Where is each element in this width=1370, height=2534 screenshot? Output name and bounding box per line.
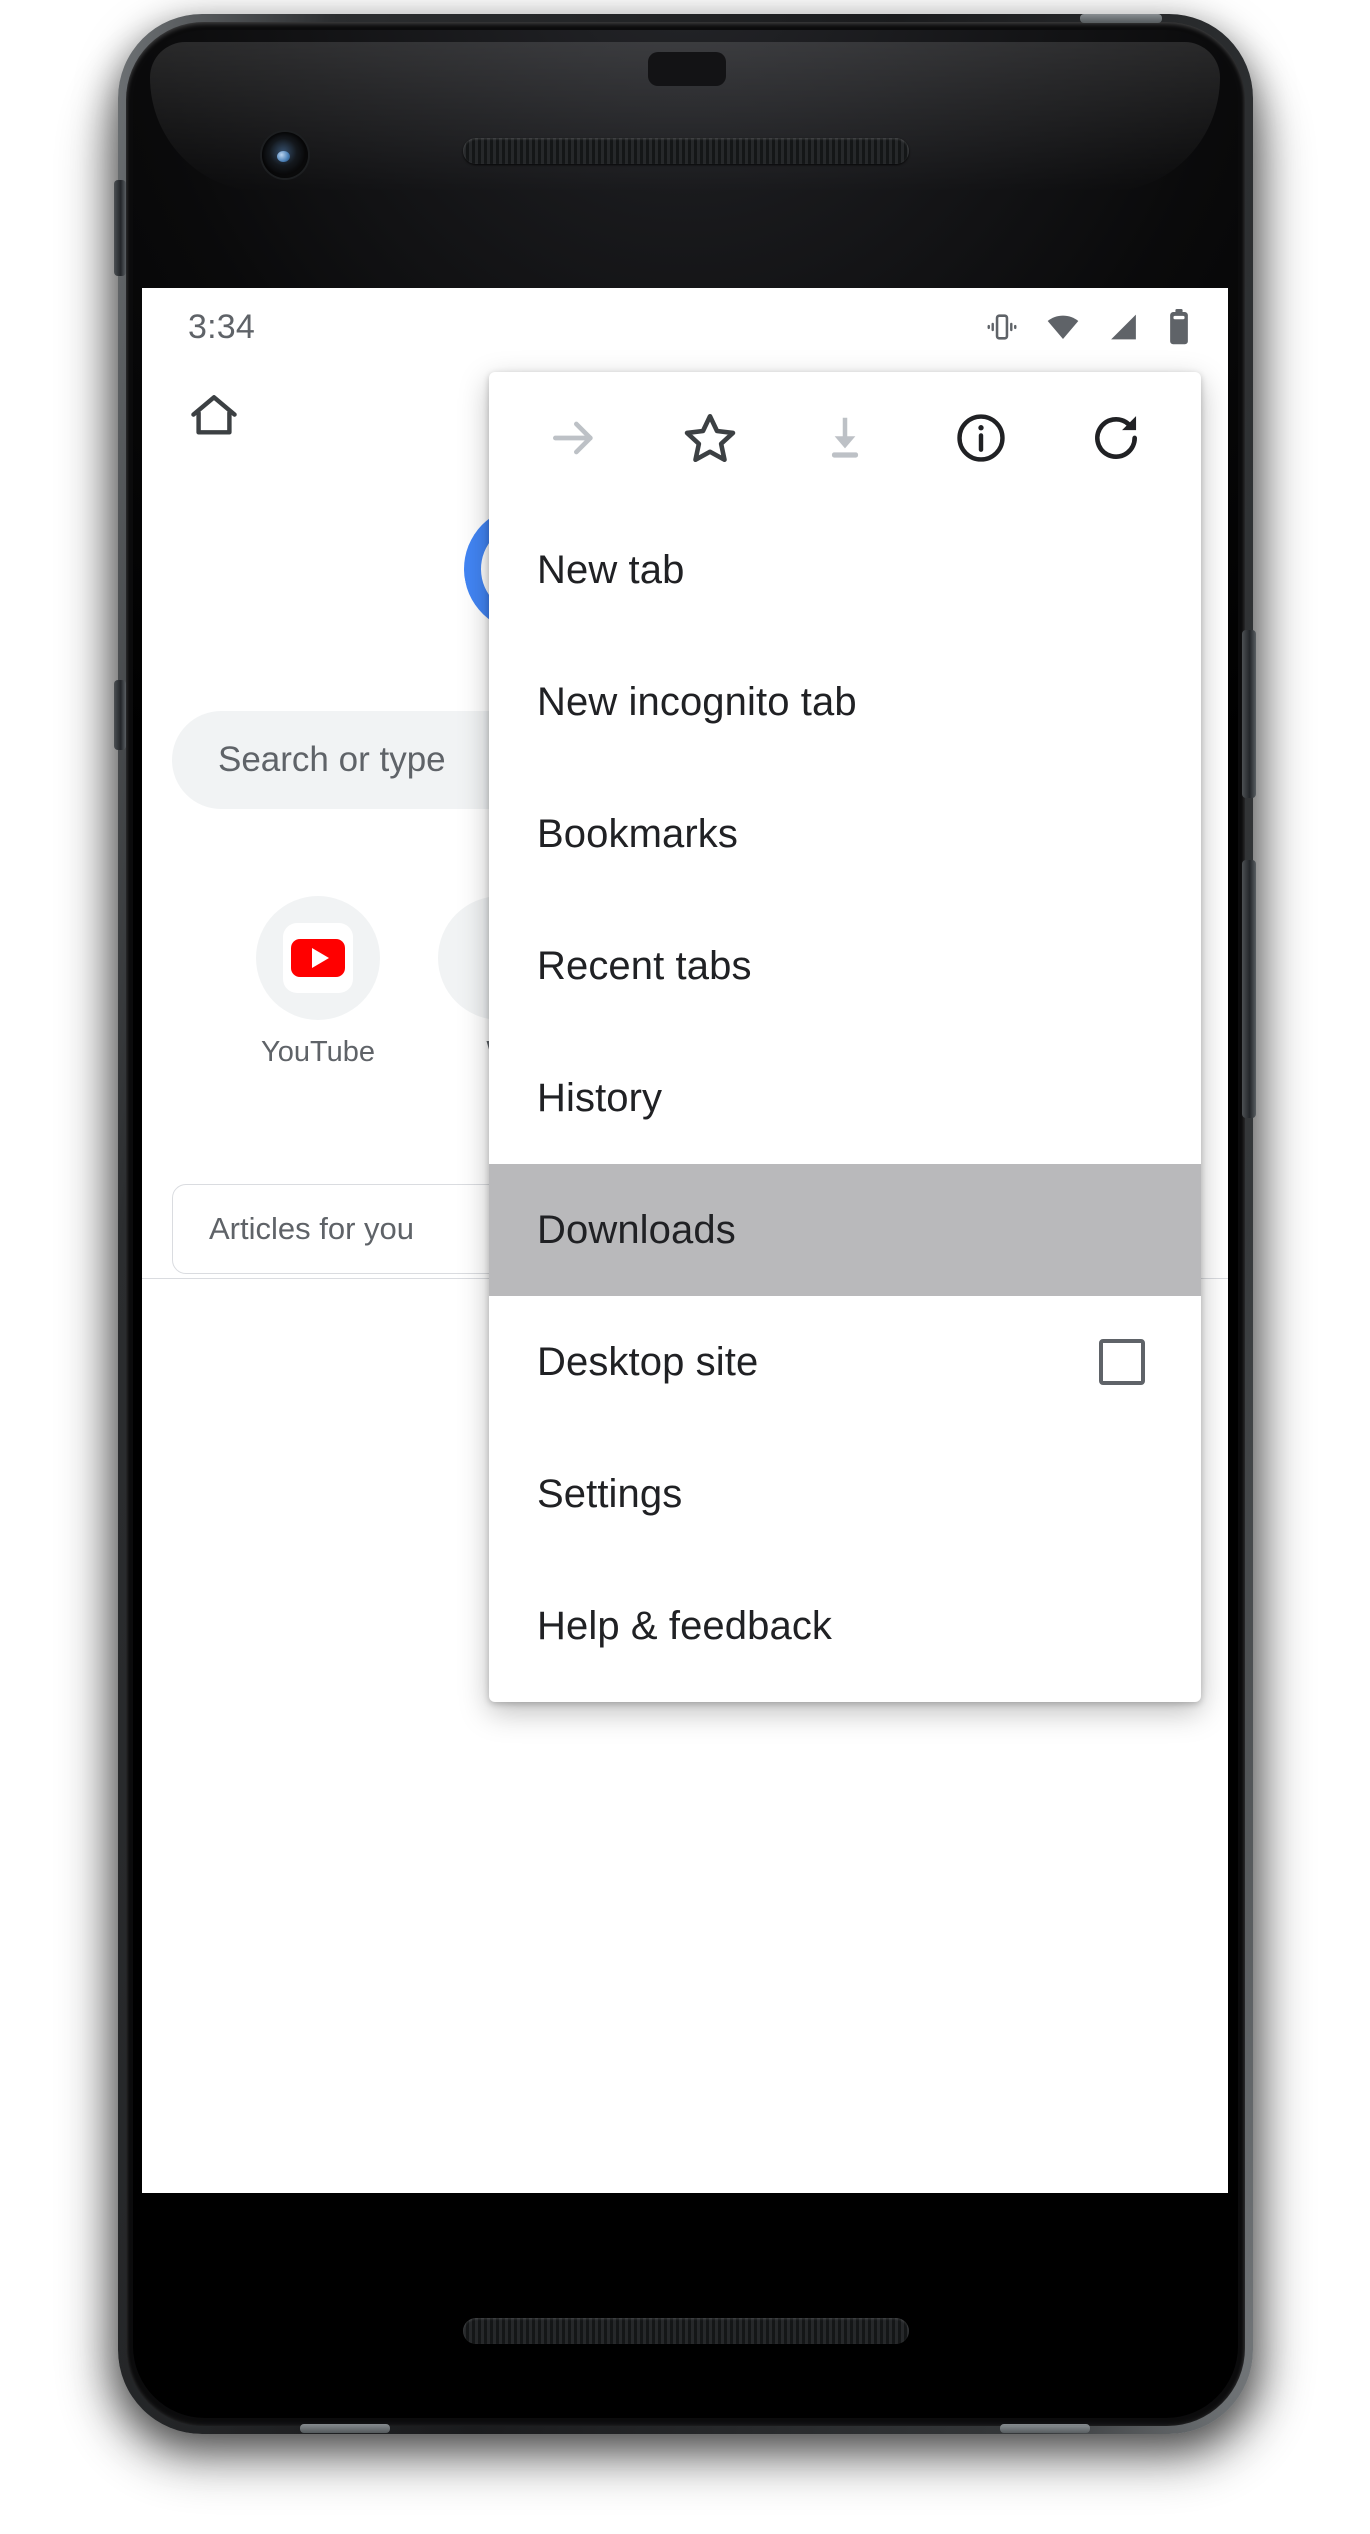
left-antenna-band-2: [114, 680, 126, 750]
menu-item-desktop-site[interactable]: Desktop site: [489, 1296, 1201, 1428]
reload-icon[interactable]: [1079, 401, 1153, 475]
menu-item-downloads[interactable]: Downloads: [489, 1164, 1201, 1296]
menu-item-new-incognito-tab[interactable]: New incognito tab: [489, 636, 1201, 768]
frame-seam-top: [1080, 14, 1162, 23]
status-bar-icons: [985, 309, 1192, 345]
home-icon[interactable]: [186, 388, 242, 444]
overflow-menu-list: New tab New incognito tab Bookmarks Rece…: [489, 504, 1201, 1702]
battery-icon: [1166, 309, 1192, 345]
screenshot-root: 3:34 Search or type YouTube Articles for…: [0, 0, 1370, 2534]
menu-item-help-feedback[interactable]: Help & feedback: [489, 1560, 1201, 1692]
bottom-speaker-icon: [463, 2318, 909, 2344]
menu-item-recent-tabs[interactable]: Recent tabs: [489, 900, 1201, 1032]
overflow-menu: New tab New incognito tab Bookmarks Rece…: [489, 372, 1201, 1702]
bookmark-star-icon[interactable]: [673, 401, 747, 475]
top-notch-tab: [648, 52, 726, 86]
menu-item-label: New incognito tab: [537, 679, 857, 724]
status-bar-clock: 3:34: [188, 307, 255, 346]
menu-item-label: New tab: [537, 547, 685, 592]
forward-icon[interactable]: [537, 401, 611, 475]
menu-item-label: Bookmarks: [537, 811, 738, 856]
desktop-site-checkbox[interactable]: [1099, 1339, 1145, 1385]
frame-seam-bottom-right: [1000, 2424, 1090, 2433]
phone-screen: 3:34 Search or type YouTube Articles for…: [142, 288, 1228, 2193]
menu-item-settings[interactable]: Settings: [489, 1428, 1201, 1560]
menu-item-label: Settings: [537, 1471, 683, 1516]
menu-item-history[interactable]: History: [489, 1032, 1201, 1164]
shortcut-tile-youtube[interactable]: YouTube: [256, 896, 380, 1069]
youtube-icon: [256, 896, 380, 1020]
front-camera-icon: [262, 132, 308, 178]
menu-item-label: Downloads: [537, 1207, 736, 1252]
status-bar: 3:34: [142, 288, 1228, 366]
menu-item-label: Help & feedback: [537, 1603, 833, 1648]
page-info-icon[interactable]: [944, 401, 1018, 475]
shortcut-label: YouTube: [261, 1036, 375, 1068]
wifi-icon: [1045, 310, 1081, 344]
earpiece-speaker-icon: [463, 138, 909, 164]
volume-button[interactable]: [1242, 860, 1256, 1118]
menu-item-label: Desktop site: [537, 1339, 759, 1384]
search-placeholder: Search or type: [218, 740, 446, 779]
download-icon[interactable]: [808, 401, 882, 475]
articles-card-title: Articles for you: [209, 1211, 415, 1246]
frame-seam-bottom-left: [300, 2424, 390, 2433]
cellular-signal-icon: [1107, 310, 1140, 344]
power-button[interactable]: [1242, 630, 1256, 798]
menu-item-new-tab[interactable]: New tab: [489, 504, 1201, 636]
menu-item-label: Recent tabs: [537, 943, 752, 988]
menu-item-label: History: [537, 1075, 663, 1120]
vibrate-icon: [985, 310, 1019, 344]
overflow-menu-icon-row: [489, 372, 1201, 504]
menu-item-bookmarks[interactable]: Bookmarks: [489, 768, 1201, 900]
left-antenna-band: [114, 180, 126, 276]
